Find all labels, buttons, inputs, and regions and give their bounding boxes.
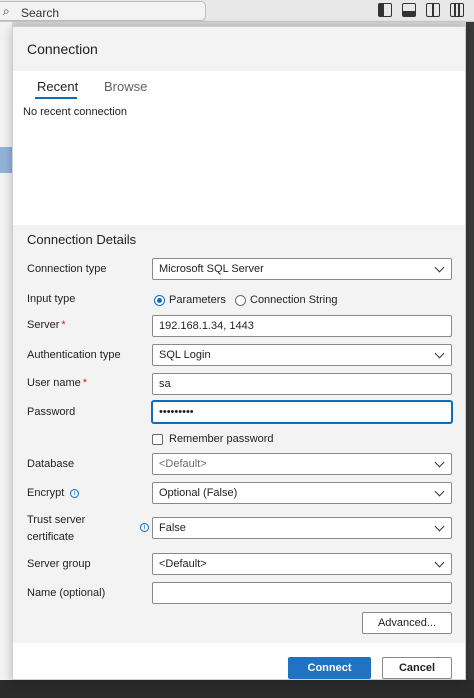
server-label: Server *	[27, 319, 66, 331]
encrypt-label-text: Encrypt	[27, 487, 65, 499]
auth-type-label: Authentication type	[27, 349, 121, 361]
background-highlight	[0, 147, 12, 173]
search-label: Search	[21, 6, 60, 20]
encrypt-label: Encrypt i	[27, 487, 80, 499]
input-type-label: Input type	[27, 293, 76, 305]
radio-connection-string-label: Connection String	[250, 294, 338, 306]
dialog-header: Connection	[13, 27, 465, 71]
user-name-label: User name *	[27, 377, 87, 389]
search-box[interactable]: ⌕ Search	[0, 1, 206, 21]
tab-browse[interactable]: Browse	[104, 79, 147, 94]
dialog-title: Connection	[27, 41, 98, 57]
user-name-label-text: User name	[27, 377, 81, 389]
remember-password-checkbox[interactable]	[152, 433, 163, 445]
trust-cert-label-line1: Trust server	[27, 514, 86, 526]
radio-connection-string-dot[interactable]	[235, 294, 246, 306]
connection-type-select[interactable]: Microsoft SQL Server	[152, 258, 452, 280]
encrypt-select[interactable]: Optional (False)	[152, 482, 452, 504]
remember-password[interactable]: Remember password	[152, 433, 274, 445]
trust-cert-label-line2: certificate	[27, 531, 75, 543]
database-label: Database	[27, 458, 75, 470]
toggle-primary-sidebar-icon[interactable]	[378, 3, 392, 17]
layout-toggles	[378, 3, 464, 17]
toggle-secondary-sidebar-icon[interactable]	[426, 3, 440, 17]
app-top-bar: ⌕ Search	[0, 0, 474, 22]
remember-password-label: Remember password	[169, 433, 274, 445]
server-required-mark: *	[61, 319, 66, 331]
name-optional-label: Name (optional)	[27, 587, 106, 599]
password-input[interactable]: •••••••••	[152, 401, 452, 423]
server-input[interactable]: 192.168.1.34, 1443	[152, 315, 452, 337]
toggle-panel-icon[interactable]	[402, 3, 416, 17]
connection-dialog: Connection Recent Browse No recent conne…	[12, 26, 466, 680]
connect-button[interactable]: Connect	[288, 657, 371, 679]
radio-parameters-dot[interactable]	[154, 294, 165, 306]
server-group-label: Server group	[27, 558, 91, 570]
connection-type-label: Connection type	[27, 263, 107, 275]
recent-empty-message: No recent connection	[23, 106, 127, 118]
background-editor-right	[466, 22, 474, 698]
user-name-input[interactable]: sa	[152, 373, 452, 395]
server-label-text: Server	[27, 319, 60, 331]
connection-tabs: Recent Browse	[13, 71, 465, 101]
server-group-select[interactable]: <Default>	[152, 553, 452, 575]
radio-parameters[interactable]: Parameters	[154, 294, 226, 306]
cancel-button[interactable]: Cancel	[382, 657, 452, 679]
auth-type-select[interactable]: SQL Login	[152, 344, 452, 366]
radio-connection-string[interactable]: Connection String	[235, 294, 337, 306]
customize-layout-icon[interactable]	[450, 3, 464, 17]
search-icon: ⌕	[3, 4, 10, 18]
database-select[interactable]: <Default>	[152, 453, 452, 475]
radio-parameters-label: Parameters	[169, 294, 226, 306]
active-tab-indicator	[35, 97, 77, 99]
user-name-required-mark: *	[82, 377, 88, 389]
encrypt-info-icon[interactable]: i	[70, 489, 80, 498]
trust-cert-select[interactable]: False	[152, 517, 452, 539]
tab-recent[interactable]: Recent	[37, 79, 78, 94]
background-editor-left	[0, 22, 12, 698]
name-optional-input[interactable]	[152, 582, 452, 604]
password-label: Password	[27, 406, 76, 418]
trust-cert-info-icon[interactable]: i	[140, 523, 149, 532]
advanced-button[interactable]: Advanced...	[362, 612, 452, 634]
background-bottom-bar	[0, 680, 474, 698]
connection-details-title: Connection Details	[27, 232, 137, 247]
